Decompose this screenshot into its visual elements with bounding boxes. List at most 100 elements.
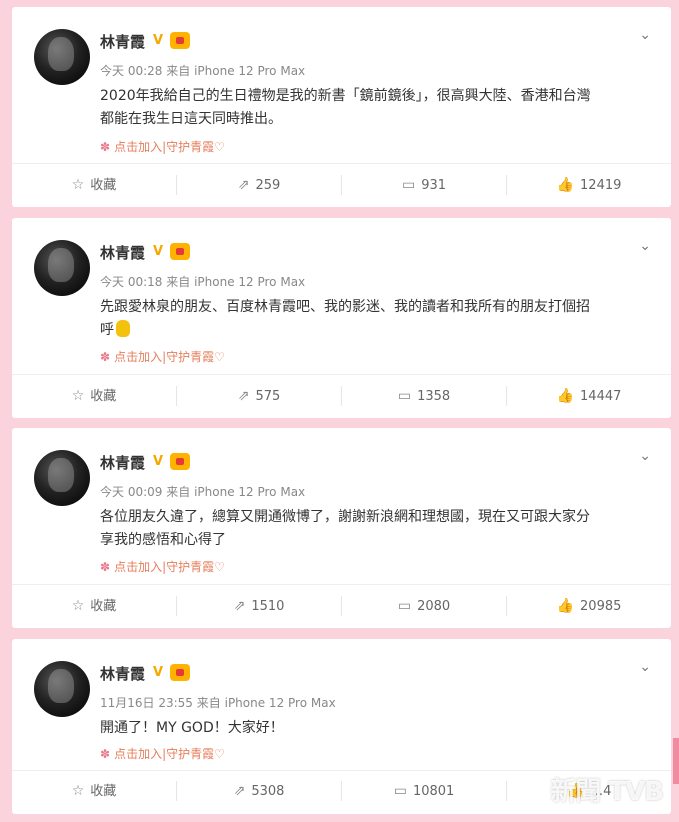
post-time[interactable]: 今天 00:09 <box>100 485 162 499</box>
comment-icon: ▭ <box>401 177 416 193</box>
post-text-line: 各位朋友久違了，總算又開通微博了，謝謝新浪網和理想國，現在又可跟大家分 <box>100 509 590 525</box>
repost-count: 259 <box>255 178 281 193</box>
collect-button[interactable]: ☆ 收藏 <box>12 376 176 416</box>
fan-tail-link[interactable]: ✽ 点击加入|守护青霞♡ <box>100 558 225 575</box>
flower-icon: ✽ <box>100 747 111 761</box>
divider <box>12 374 671 375</box>
repost-icon: ⇗ <box>233 783 246 799</box>
post-meta: 11月16日 23:55 来自 iPhone 12 Pro Max <box>100 694 336 711</box>
repost-count: 5308 <box>251 784 285 799</box>
comment-icon: ▭ <box>397 598 412 614</box>
avatar[interactable] <box>34 661 90 717</box>
repost-button[interactable]: ⇗ 5308 <box>177 771 341 811</box>
star-outline-icon: ☆ <box>71 388 85 404</box>
author-name[interactable]: 林青霞 <box>100 242 145 263</box>
fan-tail-text: 点击加入|守护青霞♡ <box>114 140 225 154</box>
chevron-down-icon[interactable]: ⌄ <box>639 448 651 464</box>
star-outline-icon: ☆ <box>71 177 85 193</box>
author-name[interactable]: 林青霞 <box>100 452 145 473</box>
repost-icon: ⇗ <box>237 388 250 404</box>
device-source[interactable]: iPhone 12 Pro Max <box>225 696 336 710</box>
post-time[interactable]: 今天 00:18 <box>100 275 162 289</box>
fan-tail-text: 点击加入|守护青霞♡ <box>114 560 225 574</box>
avatar[interactable] <box>34 450 90 506</box>
post-text: 2020年我給自己的生日禮物是我的新書「鏡前鏡後」，很高興大陸、香港和台灣 都能… <box>100 85 660 131</box>
author-name[interactable]: 林青霞 <box>100 31 145 52</box>
author-name[interactable]: 林青霞 <box>100 663 145 684</box>
post-text-line: 開通了！MY GOD！大家好！ <box>100 720 284 736</box>
source-prefix: 来自 <box>166 275 191 289</box>
collect-button[interactable]: ☆ 收藏 <box>12 165 176 205</box>
star-outline-icon: ☆ <box>71 598 85 614</box>
repost-count: 575 <box>255 389 281 404</box>
post-text-line: 享我的感悟和心得了 <box>100 532 226 548</box>
verified-badge-icon: V <box>153 33 164 48</box>
action-bar: ☆ 收藏 ⇗ 259 ▭ 931 👍 12419 <box>12 165 671 205</box>
thumbs-up-icon: 👍 <box>556 598 575 614</box>
fan-badge-icon <box>170 32 190 49</box>
divider <box>12 163 671 164</box>
like-button[interactable]: 👍 12419 <box>507 165 671 205</box>
device-source[interactable]: iPhone 12 Pro Max <box>194 64 305 78</box>
comment-count: 931 <box>421 178 447 193</box>
scrollbar[interactable] <box>673 738 679 784</box>
fan-tail-link[interactable]: ✽ 点击加入|守护青霞♡ <box>100 745 225 762</box>
fan-tail-link[interactable]: ✽ 点击加入|守护青霞♡ <box>100 348 225 365</box>
repost-icon: ⇗ <box>237 177 250 193</box>
avatar[interactable] <box>34 29 90 85</box>
collect-label: 收藏 <box>90 784 117 799</box>
repost-button[interactable]: ⇗ 575 <box>177 376 341 416</box>
comment-button[interactable]: ▭ 931 <box>342 165 506 205</box>
flower-icon: ✽ <box>100 350 111 364</box>
repost-button[interactable]: ⇗ 259 <box>177 165 341 205</box>
comment-icon: ▭ <box>397 388 412 404</box>
verified-badge-icon: V <box>153 454 164 469</box>
post-text: 開通了！MY GOD！大家好！ <box>100 717 660 740</box>
collect-button[interactable]: ☆ 收藏 <box>12 771 176 811</box>
collect-label: 收藏 <box>90 599 117 614</box>
repost-count: 1510 <box>251 599 285 614</box>
post-time[interactable]: 11月16日 23:55 <box>100 696 193 710</box>
chevron-down-icon[interactable]: ⌄ <box>639 27 651 43</box>
fan-tail-text: 点击加入|守护青霞♡ <box>114 747 225 761</box>
thumbs-up-icon: 👍 <box>556 177 575 193</box>
repost-button[interactable]: ⇗ 1510 <box>177 586 341 626</box>
post-text-line: 先跟愛林泉的朋友、百度林青霞吧、我的影迷、我的讀者和我所有的朋友打個招 <box>100 299 590 315</box>
divider <box>12 584 671 585</box>
like-count: 14447 <box>580 389 622 404</box>
chevron-down-icon[interactable]: ⌄ <box>639 659 651 675</box>
comment-button[interactable]: ▭ 2080 <box>342 586 506 626</box>
post-text: 各位朋友久違了，總算又開通微博了，謝謝新浪網和理想國，現在又可跟大家分 享我的感… <box>100 506 660 552</box>
device-source[interactable]: iPhone 12 Pro Max <box>194 275 305 289</box>
post-card: 林青霞 V ⌄ 今天 00:09 来自 iPhone 12 Pro Max 各位… <box>12 428 671 628</box>
post-time[interactable]: 今天 00:28 <box>100 64 162 78</box>
source-prefix: 来自 <box>166 64 191 78</box>
comment-button[interactable]: ▭ 10801 <box>342 771 506 811</box>
fan-badge-icon <box>170 664 190 681</box>
like-button[interactable]: 👍 20985 <box>507 586 671 626</box>
comment-button[interactable]: ▭ 1358 <box>342 376 506 416</box>
tvb-news-watermark: 新聞 TVB <box>550 777 664 807</box>
source-prefix: 来自 <box>196 696 221 710</box>
collect-label: 收藏 <box>90 389 117 404</box>
action-bar: ☆ 收藏 ⇗ 1510 ▭ 2080 👍 20985 <box>12 586 671 626</box>
post-card: 林青霞 V ⌄ 今天 00:28 来自 iPhone 12 Pro Max 20… <box>12 7 671 207</box>
flower-icon: ✽ <box>100 560 111 574</box>
device-source[interactable]: iPhone 12 Pro Max <box>194 485 305 499</box>
repost-icon: ⇗ <box>233 598 246 614</box>
post-text-line: 呼 <box>100 319 660 342</box>
comment-count: 1358 <box>417 389 451 404</box>
collect-button[interactable]: ☆ 收藏 <box>12 586 176 626</box>
comment-count: 10801 <box>412 784 455 799</box>
avatar[interactable] <box>34 240 90 296</box>
waving-hand-icon <box>116 320 130 337</box>
flower-icon: ✽ <box>100 140 111 154</box>
post-text: 先跟愛林泉的朋友、百度林青霞吧、我的影迷、我的讀者和我所有的朋友打個招 呼 <box>100 296 660 342</box>
like-count: 20985 <box>580 599 622 614</box>
like-button[interactable]: 👍 14447 <box>507 376 671 416</box>
fan-tail-link[interactable]: ✽ 点击加入|守护青霞♡ <box>100 138 225 155</box>
fan-badge-icon <box>170 243 190 260</box>
source-prefix: 来自 <box>166 485 191 499</box>
action-bar: ☆ 收藏 ⇗ 575 ▭ 1358 👍 14447 <box>12 376 671 416</box>
chevron-down-icon[interactable]: ⌄ <box>639 238 651 254</box>
